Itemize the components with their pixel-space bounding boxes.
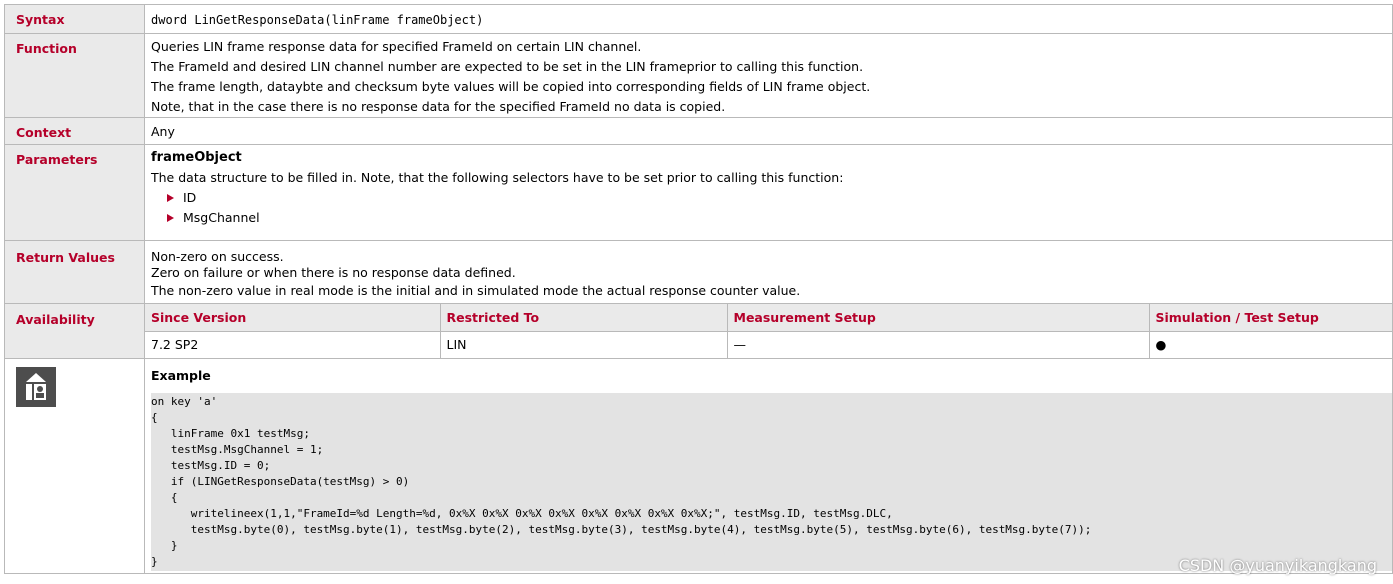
availability-value: 7.2 SP2: [151, 337, 199, 353]
function-line: Note, that in the case there is no respo…: [151, 99, 726, 114]
availability-value: ●: [1148, 331, 1392, 358]
availability-header-row: Since Version Restricted To Measurement …: [145, 304, 1392, 332]
return-values-row: Return Values Non-zero on success. Zero …: [4, 240, 1393, 304]
return-values-label: Return Values: [4, 240, 145, 304]
function-line: The frame length, dataybte and checksum …: [151, 79, 871, 94]
context-text: Any: [151, 124, 175, 139]
availability-value: LIN: [439, 331, 727, 358]
context-content: Any: [144, 117, 1393, 145]
availability-content: Since Version Restricted To Measurement …: [144, 303, 1393, 359]
parameters-content: frameObject The data structure to be fil…: [144, 144, 1393, 241]
availability-value-row: 7.2 SP2 LIN — ●: [145, 331, 1392, 358]
availability-header: Since Version: [145, 304, 440, 332]
selector-name: ID: [183, 190, 197, 205]
syntax-label: Syntax: [4, 4, 145, 34]
syntax-row: Syntax dword LinGetResponseData(linFrame…: [4, 4, 1393, 34]
parameter-description: The data structure to be filled in. Note…: [151, 170, 844, 185]
triangle-bullet-icon: [167, 214, 174, 222]
availability-header: Measurement Setup: [726, 304, 1149, 332]
example-content: Example on key 'a' { linFrame 0x1 testMs…: [144, 358, 1393, 574]
function-row: Function Queries LIN frame response data…: [4, 33, 1393, 118]
selector-list: ID MsgChannel: [151, 188, 1386, 228]
availability-header: Restricted To: [439, 304, 727, 332]
availability-label: Availability: [4, 303, 145, 359]
list-item: MsgChannel: [167, 208, 1386, 228]
example-icon-glyph: [26, 373, 46, 400]
example-icon: [16, 367, 56, 407]
availability-value: —: [726, 331, 1149, 358]
triangle-bullet-icon: [167, 194, 174, 202]
return-line: Non-zero on success.: [151, 249, 284, 264]
example-code-block: on key 'a' { linFrame 0x1 testMsg; testM…: [151, 393, 1392, 571]
syntax-content: dword LinGetResponseData(linFrame frameO…: [144, 4, 1393, 34]
reference-table: Syntax dword LinGetResponseData(linFrame…: [4, 4, 1393, 574]
return-line: The non-zero value in real mode is the i…: [151, 283, 801, 298]
parameters-row: Parameters frameObject The data structur…: [4, 144, 1393, 241]
availability-row: Availability Since Version Restricted To…: [4, 303, 1393, 359]
watermark: CSDN @yuanyikangkang: [1178, 556, 1377, 575]
list-item: ID: [167, 188, 1386, 208]
return-line: Zero on failure or when there is no resp…: [151, 265, 516, 280]
example-title: Example: [151, 368, 211, 383]
example-icon-cell: [4, 358, 145, 574]
selector-name: MsgChannel: [183, 210, 260, 225]
syntax-text: dword LinGetResponseData(linFrame frameO…: [151, 13, 484, 27]
function-label: Function: [4, 33, 145, 118]
availability-header: Simulation / Test Setup: [1148, 304, 1392, 332]
return-values-content: Non-zero on success. Zero on failure or …: [144, 240, 1393, 304]
function-content: Queries LIN frame response data for spec…: [144, 33, 1393, 118]
context-row: Context Any: [4, 117, 1393, 145]
availability-table: Since Version Restricted To Measurement …: [145, 304, 1392, 358]
function-line: The FrameId and desired LIN channel numb…: [151, 59, 864, 74]
example-row: Example on key 'a' { linFrame 0x1 testMs…: [4, 358, 1393, 574]
context-label: Context: [4, 117, 145, 145]
parameters-label: Parameters: [4, 144, 145, 241]
function-line: Queries LIN frame response data for spec…: [151, 39, 642, 54]
parameter-name: frameObject: [151, 150, 242, 165]
